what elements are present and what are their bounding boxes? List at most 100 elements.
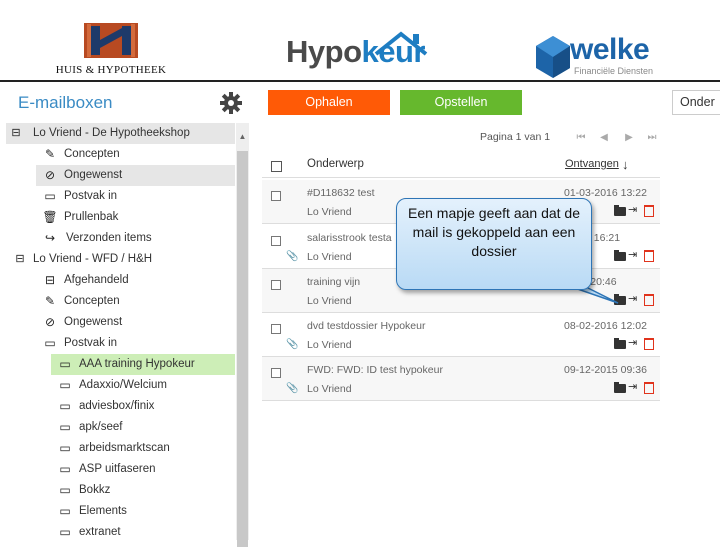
delete-icon[interactable] — [644, 382, 654, 394]
header: HUIS & HYPOTHEEK Hypokeur welke Financië… — [0, 0, 720, 82]
folder-prullenbak[interactable]: 🗑 Prullenbak — [36, 207, 235, 228]
mail-subject: FWD: FWD: ID test hypokeur — [307, 364, 443, 376]
select-all-checkbox[interactable] — [271, 161, 282, 172]
subfolder-item[interactable]: ▭ Elements — [51, 501, 235, 522]
folder-concepten[interactable]: ✎ Concepten — [36, 144, 235, 165]
subfolder-aaa-training[interactable]: ▭ AAA training Hypokeur — [51, 354, 235, 375]
folder-ongewenst[interactable]: ⊘ Ongewenst — [36, 165, 235, 186]
ban-icon: ⊘ — [44, 168, 56, 182]
sort-down-icon[interactable]: ↓ — [622, 157, 629, 172]
delete-icon[interactable] — [644, 338, 654, 350]
fetch-button[interactable]: Ophalen — [268, 90, 390, 115]
column-subject[interactable]: Onderwerp — [307, 158, 364, 170]
forward-icon[interactable]: ⇥ — [628, 293, 637, 305]
folder-label: adviesbox/finix — [79, 400, 155, 412]
mail-from: Lo Vriend — [307, 339, 352, 351]
collapse-icon[interactable]: ⊟ — [8, 125, 24, 141]
folder-icon[interactable] — [614, 250, 626, 261]
subfolder-item[interactable]: ▭ arbeidsmarktscan — [51, 438, 235, 459]
mail-subject: salarisstrook testa — [307, 232, 392, 244]
subfolder-item[interactable]: ▭ ASP uitfaseren — [51, 459, 235, 480]
welke-wordmark: welke — [570, 33, 650, 66]
folder-label: Postvak in — [64, 190, 118, 202]
mailbox-group-label: Lo Vriend - WFD / H&H — [33, 253, 153, 265]
mail-row[interactable]: 📎 dvd testdossier Hypokeur Lo Vriend 08-… — [262, 313, 660, 357]
folder-icon[interactable] — [614, 382, 626, 393]
folder-icon[interactable] — [614, 205, 626, 216]
folder-afgehandeld[interactable]: ⊟ Afgehandeld — [36, 270, 235, 291]
inbox-icon: ▭ — [44, 336, 56, 350]
folder-label: Ongewenst — [64, 316, 123, 328]
mail-subject: dvd testdossier Hypokeur — [307, 320, 426, 332]
inbox-icon: ▭ — [59, 420, 71, 434]
delete-icon[interactable] — [644, 205, 654, 217]
ban-icon: ⊘ — [44, 315, 56, 329]
mailbox-group-label: Lo Vriend - De Hypotheekshop — [33, 127, 190, 139]
folder-postvak-in[interactable]: ▭ Postvak in — [36, 333, 235, 354]
mail-row[interactable]: 📎 FWD: FWD: ID test hypokeur Lo Vriend 0… — [262, 357, 660, 401]
subfolder-item[interactable]: ▭ Bokkz — [51, 480, 235, 501]
pager-text: Pagina 1 van 1 — [480, 131, 551, 143]
sidebar-title: E-mailboxen — [18, 93, 113, 112]
attachment-icon: 📎 — [286, 251, 299, 262]
subfolder-item[interactable]: ▭ apk/seef — [51, 417, 235, 438]
mail-checkbox[interactable] — [271, 191, 281, 201]
folder-concepten[interactable]: ✎ Concepten — [36, 291, 235, 312]
trash-icon: 🗑 — [42, 210, 58, 224]
folder-label: Afgehandeld — [64, 274, 129, 286]
folder-label: extranet — [79, 526, 121, 538]
house-roof-icon — [374, 31, 428, 56]
mail-date: 09-12-2015 09:36 — [564, 364, 647, 376]
mail-checkbox[interactable] — [271, 236, 281, 246]
prev-page-icon[interactable]: ◀ — [596, 130, 612, 146]
subfolder-item[interactable]: ▭ adviesbox/finix — [51, 396, 235, 417]
hypokeur-logo-part1: Hypo — [286, 34, 362, 69]
next-page-icon[interactable]: ▶ — [621, 130, 637, 146]
mailbox-group-wfd[interactable]: ⊟ Lo Vriend - WFD / H&H — [6, 249, 235, 270]
folder-label: Concepten — [64, 295, 120, 307]
mail-checkbox[interactable] — [271, 324, 281, 334]
forward-icon[interactable]: ⇥ — [628, 249, 637, 261]
folder-verzonden-items[interactable]: ↪ Verzonden items — [36, 228, 235, 249]
inbox-icon: ▭ — [59, 357, 71, 371]
forward-icon[interactable]: ⇥ — [628, 204, 637, 216]
column-received[interactable]: Ontvangen — [565, 158, 619, 170]
mail-from: Lo Vriend — [307, 295, 352, 307]
mailbox-tree: ⊟ Lo Vriend - De Hypotheekshop ✎ Concept… — [6, 123, 235, 540]
folder-postvak-in[interactable]: ▭ Postvak in — [36, 186, 235, 207]
mail-actions: ⇥ — [614, 381, 659, 395]
gear-icon[interactable] — [220, 92, 242, 114]
mail-checkbox[interactable] — [271, 368, 281, 378]
delete-icon[interactable] — [644, 294, 654, 306]
delete-icon[interactable] — [644, 250, 654, 262]
inbox-icon: ▭ — [59, 399, 71, 413]
folder-label: Concepten — [64, 148, 120, 160]
mail-actions: ⇥ — [614, 249, 659, 263]
folder-icon[interactable] — [614, 338, 626, 349]
subfolder-item[interactable]: ▭ Adaxxio/Welcium — [51, 375, 235, 396]
right-panel-tab[interactable]: Onder — [672, 90, 720, 115]
scroll-up-arrow-icon[interactable]: ▲ — [236, 123, 249, 151]
mail-subject: training vijn — [307, 276, 361, 288]
mailbox-group-hypotheekshop[interactable]: ⊟ Lo Vriend - De Hypotheekshop — [6, 123, 235, 144]
compose-button[interactable]: Opstellen — [400, 90, 522, 115]
scrollbar-thumb[interactable] — [237, 151, 248, 547]
collapse-icon[interactable]: ⊟ — [12, 251, 28, 267]
forward-icon[interactable]: ⇥ — [628, 337, 637, 349]
subfolder-item[interactable]: ▭ extranet — [51, 522, 235, 540]
folder-label: Verzonden items — [66, 232, 152, 244]
folder-ongewenst[interactable]: ⊘ Ongewenst — [36, 312, 235, 333]
mail-actions: ⇥ — [614, 337, 659, 351]
mail-actions: ⇥ — [614, 204, 659, 218]
mail-date: 08-02-2016 12:02 — [564, 320, 647, 332]
sidebar-scrollbar[interactable]: ▲ — [236, 123, 249, 547]
huis-hypotheek-emblem — [84, 23, 138, 58]
mail-checkbox[interactable] — [271, 280, 281, 290]
folder-label: Prullenbak — [64, 211, 119, 223]
pencil-icon: ✎ — [44, 147, 56, 161]
inbox-icon: ▭ — [59, 525, 71, 539]
last-page-icon[interactable]: ⏭ — [644, 130, 660, 146]
first-page-icon[interactable]: ⏮ — [573, 130, 589, 146]
welke-subtitle: Financiële Diensten — [574, 66, 654, 76]
forward-icon[interactable]: ⇥ — [628, 381, 637, 393]
